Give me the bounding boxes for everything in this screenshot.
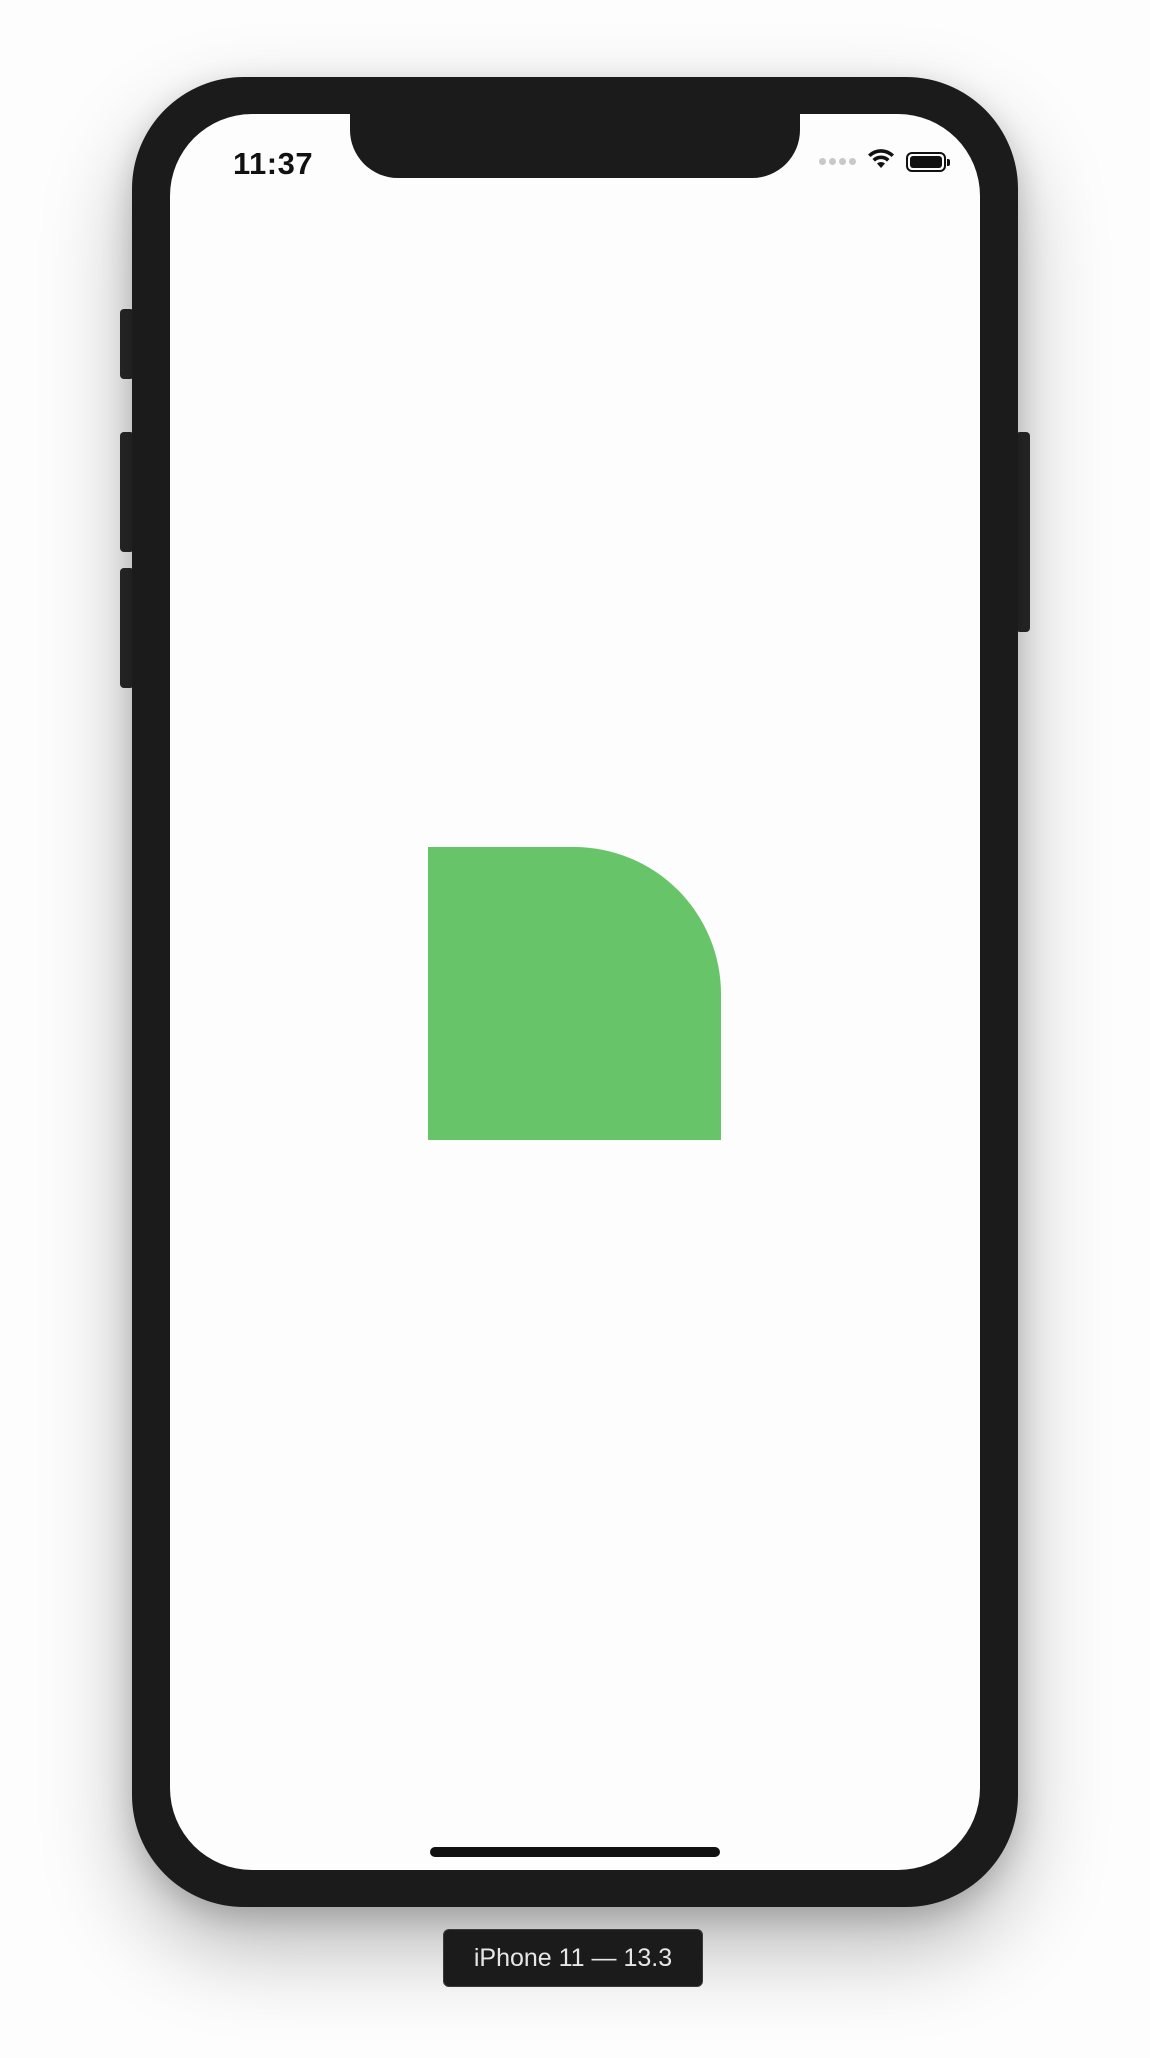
simulator-window: 11:37 iPhone 11 — 13.3 (0, 0, 1150, 2058)
wifi-icon (866, 148, 896, 175)
green-quarter-rounded-square (428, 847, 721, 1140)
device-screen[interactable]: 11:37 (170, 114, 980, 1870)
status-icons (819, 148, 950, 175)
notch (350, 114, 800, 178)
home-indicator[interactable] (430, 1847, 720, 1857)
status-time: 11:37 (233, 146, 314, 181)
power-button[interactable] (1016, 432, 1030, 632)
signal-dots-icon (819, 158, 856, 165)
device-label: iPhone 11 — 13.3 (443, 1929, 703, 1987)
battery-icon (906, 151, 950, 172)
